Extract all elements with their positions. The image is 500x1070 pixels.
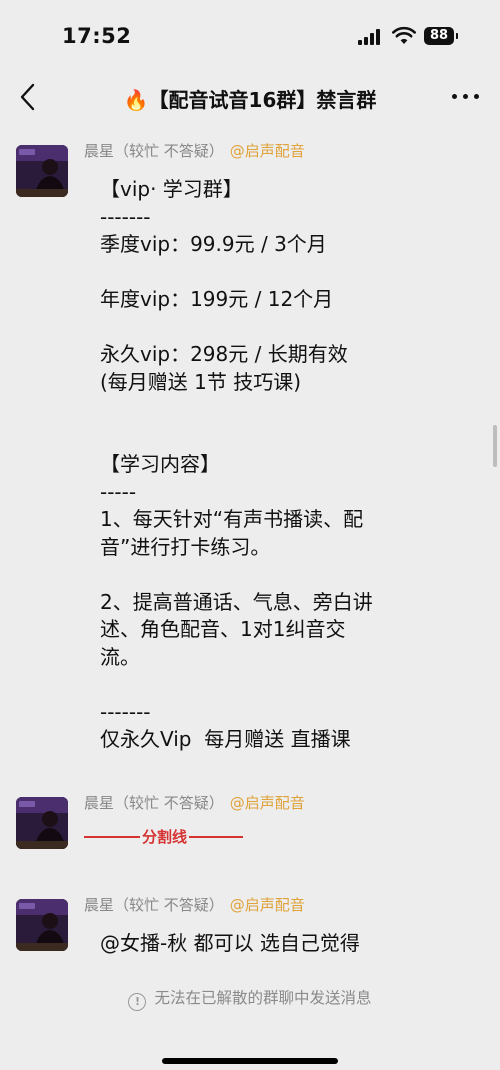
text-line [100,396,373,424]
text-line: ------- [100,204,151,229]
sender-name-text: 晨星（较忙 不答疑） [84,896,224,914]
exclamation-circle-icon: ! [128,993,147,1011]
nav-bar: 🔥【配音试音16群】禁言群 [0,72,500,122]
status-bar: 17:52 88 [0,0,500,72]
text-line: 流。 [100,644,140,669]
text-line: 【学习内容】 [100,452,220,476]
sender-name: 晨星（较忙 不答疑） @启声配音 [84,894,305,915]
text-line: 年度vip：199元 / 12个月 [100,287,334,311]
chat-title: 🔥【配音试音16群】禁言群 [123,88,377,112]
wifi-icon [392,26,416,44]
battery-icon: 88 [424,27,454,45]
text-line: 述、角色配音、1对1纠音交 [100,617,346,641]
avatar-image [16,145,68,197]
text-line: ------- [100,699,151,724]
sender-tag: @启声配音 [229,142,305,160]
text-line [100,259,373,287]
status-time: 17:52 [62,24,132,48]
text-line: 永久vip：298元 / 长期有效 [100,342,348,366]
text-line: 2、提高普通话、气息、旁白讲 [100,589,373,614]
sender-name-text: 晨星（较忙 不答疑） [84,794,224,812]
message-text: 【vip· 学习群】 ------- 季度vip：99.9元 / 3个月 年度vip… [100,176,373,754]
divider-label: 分割线 [142,828,188,846]
text-line: 【vip· 学习群】 [100,177,243,201]
avatar[interactable] [16,899,68,951]
text-line: 1、每天针对“有声书播读、配 [100,507,364,531]
sender-name-text: 晨星（较忙 不答疑） [84,142,224,160]
message-item: 晨星（较忙 不答疑） @启声配音 @女播-秋 都可以 选自己觉得 [0,894,500,970]
chevron-left-icon[interactable] [16,82,40,112]
battery-tip [456,33,458,39]
sender-tag: @启声配音 [229,794,305,812]
text-line: (每月赠送 1节 技巧课) [100,369,302,394]
text-line: 季度vip：99.9元 / 3个月 [100,232,327,256]
text-line: ----- [100,479,137,504]
avatar-image [16,797,68,849]
avatar[interactable] [16,145,68,197]
sender-name: 晨星（较忙 不答疑） @启声配音 [84,140,305,161]
cellular-signal-icon [358,29,386,45]
home-indicator[interactable] [162,1058,338,1064]
divider-bar-left [84,835,140,838]
avatar-image [16,899,68,951]
text-line [100,424,373,452]
divider-bar-right [189,835,244,838]
sender-tag: @启声配音 [229,896,305,914]
text-line [100,671,373,699]
avatar[interactable] [16,797,68,849]
message-item: 晨星（较忙 不答疑） @启声配音 【vip· 学习群】 ------- 季度vip：9… [0,140,500,770]
disbanded-notice: ! 无法在已解散的群聊中发送消息 [0,986,500,1011]
text-line [100,314,373,342]
text-line: 仅永久Vip 每月赠送 直播课 [100,727,351,751]
more-dots-icon[interactable] [448,94,482,102]
text-line [100,561,373,589]
notice-text: 无法在已解散的群聊中发送消息 [154,989,372,1007]
sender-name: 晨星（较忙 不答疑） @启声配音 [84,792,305,813]
message-item: 晨星（较忙 不答疑） @启声配音 分割线 [0,792,500,862]
message-text: @女播-秋 都可以 选自己觉得 [100,931,360,955]
divider-message: 分割线 [84,826,244,847]
text-line: 音”进行打卡练习。 [100,534,271,559]
